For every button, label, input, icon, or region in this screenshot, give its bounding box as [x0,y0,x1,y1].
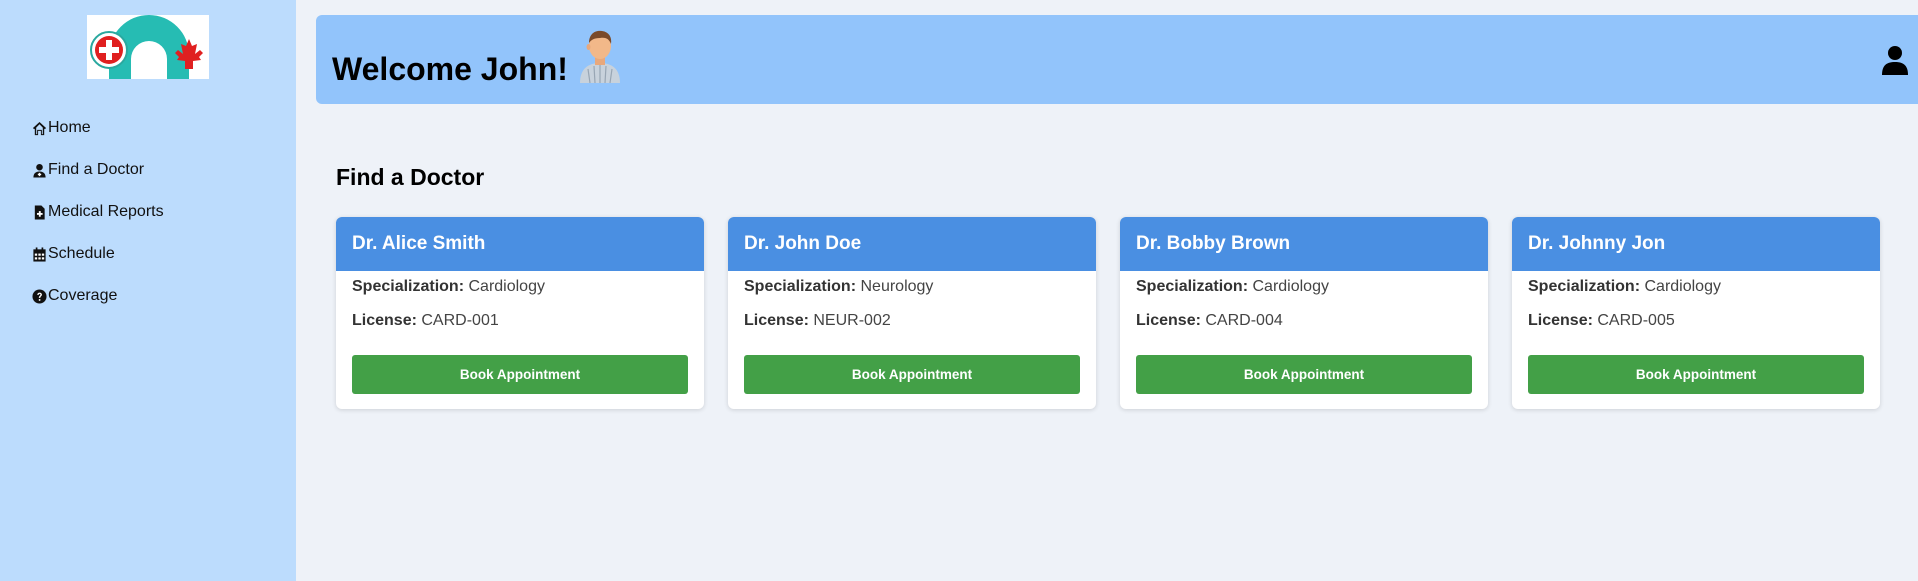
doctor-card: Dr. Alice Smith Specialization: Cardiolo… [336,217,704,409]
book-appointment-button[interactable]: Book Appointment [744,355,1080,394]
book-appointment-button[interactable]: Book Appointment [1528,355,1864,394]
specialization-value: Cardiology [1252,278,1329,295]
doctor-card-header: Dr. Alice Smith [336,217,704,271]
doctor-specialization: Specialization: Cardiology [1136,278,1329,296]
specialization-label: Specialization: [1136,278,1249,295]
doctor-name: Dr. Bobby Brown [1136,233,1291,254]
logo-image [90,15,203,79]
sidebar-item-schedule[interactable]: Schedule [32,233,164,275]
license-label: License: [1136,312,1201,329]
doctor-card-header: Dr. Johnny Jon [1512,217,1880,271]
sidebar-item-label: Home [48,119,91,136]
user-doctor-icon [33,163,46,178]
book-appointment-button[interactable]: Book Appointment [352,355,688,394]
specialization-value: Neurology [860,278,934,295]
doctor-specialization: Specialization: Cardiology [352,278,545,296]
doctor-license: License: CARD-004 [1136,312,1283,330]
page-title: Find a Doctor [336,164,485,190]
specialization-value: Cardiology [1644,278,1721,295]
specialization-label: Specialization: [1528,278,1641,295]
app-logo[interactable] [87,15,209,79]
license-label: License: [1528,312,1593,329]
patient-avatar-icon [580,30,620,83]
specialization-label: Specialization: [352,278,465,295]
file-medical-icon [34,204,45,220]
home-icon [32,121,47,135]
welcome-header: Welcome John! [316,15,1918,104]
doctor-cards: Dr. Alice Smith Specialization: Cardiolo… [336,217,1881,409]
license-value: CARD-005 [1597,312,1675,329]
doctor-name: Dr. Alice Smith [352,233,486,254]
sidebar-item-coverage[interactable]: Coverage [32,275,164,317]
sidebar-item-label: Coverage [48,287,118,304]
doctor-specialization: Specialization: Cardiology [1528,278,1721,296]
doctor-license: License: NEUR-002 [744,312,891,330]
doctor-card: Dr. John Doe Specialization: Neurology L… [728,217,1096,409]
sidebar: Home Find a Doctor Medical Reports Sched… [0,0,296,581]
sidebar-item-label: Medical Reports [48,203,164,220]
license-value: CARD-004 [1205,312,1283,329]
sidebar-item-home[interactable]: Home [32,107,164,149]
doctor-card: Dr. Bobby Brown Specialization: Cardiolo… [1120,217,1488,409]
sidebar-nav: Home Find a Doctor Medical Reports Sched… [32,107,164,317]
doctor-card: Dr. Johnny Jon Specialization: Cardiolog… [1512,217,1880,409]
doctor-name: Dr. Johnny Jon [1528,233,1666,254]
welcome-title: Welcome John! [332,51,568,87]
specialization-value: Cardiology [468,278,545,295]
question-circle-icon [32,288,47,304]
license-label: License: [352,312,417,329]
doctor-specialization: Specialization: Neurology [744,278,933,296]
sidebar-item-find-doctor[interactable]: Find a Doctor [32,149,164,191]
calendar-icon [33,246,46,262]
license-label: License: [744,312,809,329]
license-value: CARD-001 [421,312,499,329]
doctor-license: License: CARD-001 [352,312,499,330]
sidebar-item-label: Find a Doctor [48,161,145,178]
book-appointment-button[interactable]: Book Appointment [1136,355,1472,394]
doctor-name: Dr. John Doe [744,233,862,254]
license-value: NEUR-002 [813,312,891,329]
user-account-icon[interactable] [1882,45,1908,75]
specialization-label: Specialization: [744,278,857,295]
sidebar-item-medical-reports[interactable]: Medical Reports [32,191,164,233]
sidebar-item-label: Schedule [48,245,115,262]
doctor-license: License: CARD-005 [1528,312,1675,330]
doctor-card-header: Dr. John Doe [728,217,1096,271]
doctor-card-header: Dr. Bobby Brown [1120,217,1488,271]
